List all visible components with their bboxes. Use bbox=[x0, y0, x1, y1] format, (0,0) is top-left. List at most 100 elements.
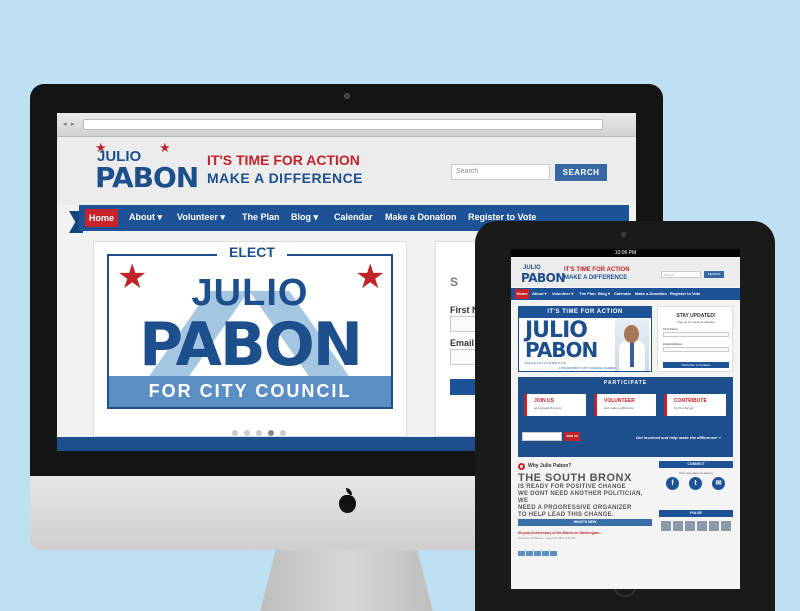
back-icon[interactable]: ◂ bbox=[63, 121, 70, 128]
article-meta: Posted by Sal Rahman · August 28, 2013 1… bbox=[518, 537, 576, 540]
browser-toolbar: ◂ ▸ bbox=[57, 113, 636, 137]
subscribe-button[interactable]: Subscribe to Updates bbox=[663, 362, 729, 368]
nav-donation[interactable]: Make a Donation bbox=[635, 291, 667, 296]
sign-name-last: PABON bbox=[139, 310, 363, 380]
share-icon[interactable] bbox=[526, 551, 533, 556]
search-button[interactable]: SEARCH bbox=[555, 164, 607, 181]
share-buttons bbox=[518, 543, 558, 561]
ipad-device: 10:06 PM JULIO PABON IT'S TIME FOR ACTIO… bbox=[475, 221, 775, 611]
get-involved-link[interactable]: Get involved and help make the differenc… bbox=[636, 435, 721, 440]
facebook-icon[interactable]: f bbox=[666, 477, 679, 490]
hero-name-last: PABON bbox=[525, 338, 598, 362]
share-icon[interactable] bbox=[550, 551, 557, 556]
stay-updated-panel: STAY UPDATED! Sign up for News & Updates… bbox=[657, 306, 733, 372]
participate-title: PARTICIPATE bbox=[603, 380, 648, 386]
nav-the-plan[interactable]: The Plan bbox=[242, 212, 280, 222]
target-icon bbox=[518, 463, 525, 470]
hero-banner: IT'S TIME FOR ACTION bbox=[519, 307, 651, 318]
slider-dot[interactable] bbox=[280, 430, 286, 436]
stay-updated-title: STAY UPDATED! bbox=[676, 313, 716, 319]
nav-calendar[interactable]: Calendar bbox=[614, 291, 631, 296]
tagline-primary: IT'S TIME FOR ACTION bbox=[564, 267, 630, 273]
hero-subtitle: M A K E A D I F F E R E N C E bbox=[525, 361, 566, 365]
nav-volunteer[interactable]: Volunteer ▾ bbox=[552, 291, 573, 296]
pulse-thumbnail[interactable] bbox=[709, 521, 719, 531]
stay-updated-subtitle: Sign up for News & Updates bbox=[677, 320, 715, 324]
slider-dot[interactable] bbox=[256, 430, 262, 436]
tablet-hero: IT'S TIME FOR ACTION JULIO PABON M A K E… bbox=[518, 306, 652, 372]
email-field[interactable] bbox=[663, 347, 729, 352]
nav-volunteer[interactable]: Volunteer ▾ bbox=[177, 212, 225, 223]
nav-about[interactable]: About ▾ bbox=[129, 212, 162, 223]
join-us-card[interactable]: JOIN US and spread the word bbox=[524, 394, 586, 416]
search-input[interactable]: Search bbox=[451, 164, 550, 180]
logo-pabon[interactable]: PABON bbox=[95, 161, 199, 194]
nav-the-plan[interactable]: The Plan bbox=[579, 291, 596, 296]
contribute-card[interactable]: CONTRIBUTE for the change bbox=[664, 394, 726, 416]
first-name-field[interactable] bbox=[663, 332, 729, 337]
hero-candidate: 17TH DISTRICT CITY COUNCIL CANDIDATE bbox=[559, 366, 621, 370]
share-icon[interactable] bbox=[542, 551, 549, 556]
email-icon[interactable]: ✉ bbox=[712, 477, 725, 490]
nav-about[interactable]: About ▾ bbox=[532, 291, 547, 296]
share-icon[interactable] bbox=[518, 551, 525, 556]
tagline-secondary: MAKE A DIFFERENCE bbox=[207, 170, 364, 186]
why-line: IS READY FOR POSITIVE CHANGE bbox=[518, 484, 626, 490]
slider-dot-active[interactable] bbox=[268, 430, 274, 436]
star-icon: ★ bbox=[159, 140, 171, 155]
nav-donation[interactable]: Make a Donation bbox=[385, 212, 457, 222]
site-header: ★ ★ JULIO PABON IT'S TIME FOR ACTION MAK… bbox=[57, 137, 636, 205]
nav-register[interactable]: Register to Vote bbox=[670, 291, 700, 296]
search-button[interactable]: SEARCH bbox=[704, 271, 724, 278]
sign-elect: ELECT bbox=[217, 244, 287, 260]
why-statement: THE SOUTH BRONX IS READY FOR POSITIVE CH… bbox=[518, 473, 652, 519]
pulse-thumbnail[interactable] bbox=[673, 521, 683, 531]
tablet-site-header: JULIO PABON IT'S TIME FOR ACTION MAKE A … bbox=[511, 257, 740, 287]
pulse-thumbnail[interactable] bbox=[685, 521, 695, 531]
tablet-screen: 10:06 PM JULIO PABON IT'S TIME FOR ACTIO… bbox=[511, 249, 740, 589]
participate-section: PARTICIPATE JOIN US and spread the word … bbox=[518, 377, 733, 457]
pulse-thumbnail[interactable] bbox=[697, 521, 707, 531]
join-us-button[interactable]: JOIN US bbox=[564, 432, 580, 441]
why-line: NEED A PROGRESSIVE ORGANIZER bbox=[518, 505, 632, 511]
camera-icon bbox=[621, 232, 626, 237]
nav-blog[interactable]: Blog ▾ bbox=[598, 291, 610, 296]
why-line: TO HELP LEAD THIS CHANGE. bbox=[518, 512, 614, 518]
campaign-sign: JULIO PABON FOR CITY COUNCIL ★ ★ bbox=[107, 254, 393, 409]
volunteer-card[interactable]: VOLUNTEER and make a difference bbox=[594, 394, 656, 416]
card-title: JOIN US bbox=[534, 398, 555, 404]
article-link[interactable]: 50-year Anniversary of the March on Wash… bbox=[518, 531, 602, 535]
join-email-field[interactable] bbox=[522, 432, 562, 441]
pulse-thumbnail[interactable] bbox=[661, 521, 671, 531]
slider-dot[interactable] bbox=[232, 430, 238, 436]
address-bar[interactable] bbox=[83, 119, 603, 130]
candidate-photo bbox=[615, 319, 649, 371]
star-icon: ★ bbox=[355, 258, 386, 296]
why-heading: Why Julio Pabon? bbox=[528, 463, 572, 469]
logo-pabon[interactable]: PABON bbox=[521, 271, 565, 285]
camera-icon bbox=[344, 93, 350, 99]
forward-icon[interactable]: ▸ bbox=[71, 121, 78, 128]
card-title: CONTRIBUTE bbox=[674, 398, 707, 404]
pulse-thumbnail[interactable] bbox=[721, 521, 731, 531]
sign-council: FOR CITY COUNCIL bbox=[109, 376, 391, 407]
card-title: VOLUNTEER bbox=[604, 398, 635, 404]
twitter-icon[interactable]: t bbox=[689, 477, 702, 490]
card-subtitle: and spread the word bbox=[534, 406, 562, 410]
nav-home[interactable]: Home bbox=[85, 209, 118, 227]
email-label: Email Address bbox=[663, 342, 683, 346]
imac-stand bbox=[258, 550, 435, 611]
nav-home[interactable]: Home bbox=[515, 289, 529, 299]
why-line: WE DONT NEED ANOTHER POLITICIAN, WE bbox=[518, 491, 643, 504]
nav-blog[interactable]: Blog ▾ bbox=[291, 212, 318, 223]
tablet-main-nav: Home About ▾ Volunteer ▾ The Plan Blog ▾… bbox=[511, 288, 740, 300]
connect-subtitle: Five new ways on saving bbox=[679, 471, 713, 475]
first-name-label: First Name bbox=[663, 327, 678, 331]
nav-calendar[interactable]: Calendar bbox=[334, 212, 373, 222]
card-subtitle: and make a difference bbox=[604, 406, 634, 410]
slider-dot[interactable] bbox=[244, 430, 250, 436]
sign-name-first: JULIO bbox=[191, 272, 309, 314]
share-icon[interactable] bbox=[534, 551, 541, 556]
search-input[interactable]: Search bbox=[661, 271, 701, 278]
connect-header: CONNECT bbox=[659, 461, 733, 468]
